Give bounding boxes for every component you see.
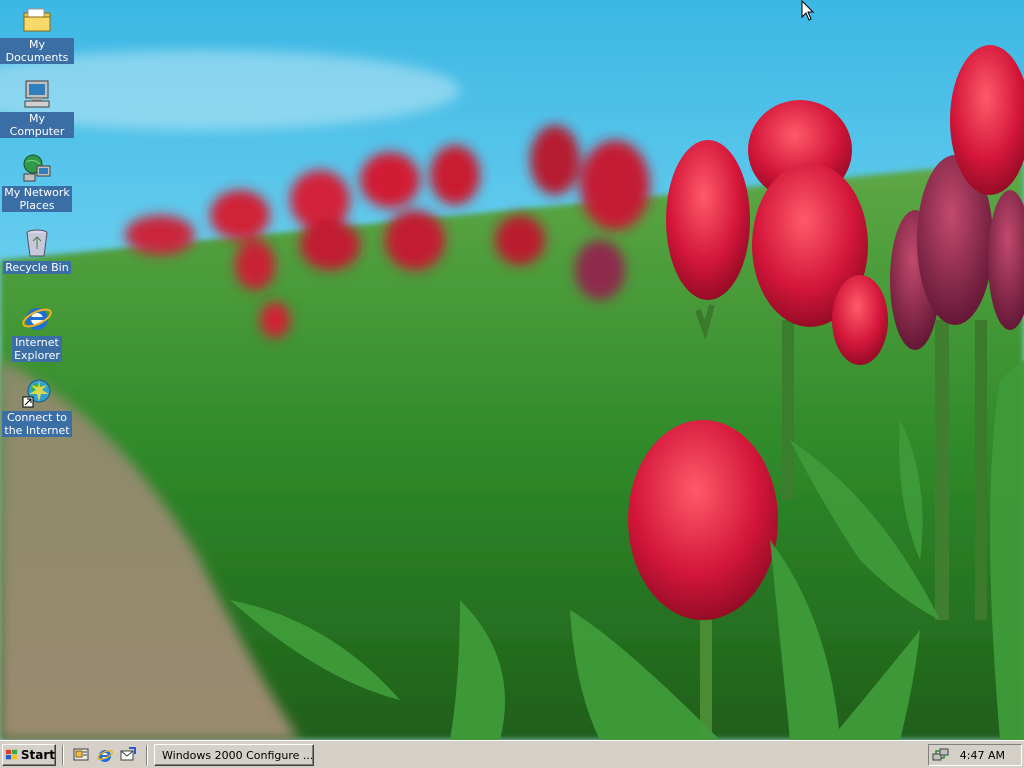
network-connection-icon[interactable]	[932, 747, 950, 763]
internet-explorer-icon	[22, 308, 52, 330]
desktop-icon-my-documents[interactable]: My Documents	[0, 4, 74, 64]
mouse-pointer-icon	[801, 0, 815, 21]
task-button-windows-2000-configure[interactable]: Windows 2000 Configure ...	[154, 744, 314, 766]
windows-logo-icon	[5, 749, 18, 760]
desktop-icon-label: My Network Places	[2, 186, 72, 212]
clock[interactable]: 4:47 AM	[960, 749, 1005, 762]
connect-internet-icon	[22, 379, 51, 408]
taskbar-separator	[62, 745, 64, 765]
desktop-icon-label: Connect to the Internet	[2, 411, 72, 437]
desktop-icon-internet-explorer[interactable]: Internet Explorer	[0, 302, 74, 362]
start-button[interactable]: Start	[2, 744, 56, 766]
desktop-icon-my-network-places[interactable]: My Network Places	[0, 152, 74, 212]
desktop-icon-my-computer[interactable]: My Computer	[0, 78, 74, 138]
desktop[interactable]: My Documents My Computer My Network Plac…	[0, 0, 1024, 740]
start-label: Start	[20, 748, 55, 762]
recycle-bin-icon	[26, 229, 48, 257]
taskbar-separator	[146, 745, 148, 765]
system-tray: 4:47 AM	[928, 744, 1022, 766]
desktop-icon-label: My Computer	[0, 112, 74, 138]
desktop-icon-connect-to-the-internet[interactable]: Connect to the Internet	[0, 377, 74, 437]
taskbar: Start Windows 2000 Configure ... 4:47 AM	[0, 740, 1024, 768]
internet-explorer-icon[interactable]	[96, 746, 114, 764]
wallpaper-image	[0, 0, 1024, 740]
folder-icon	[23, 8, 51, 32]
computer-icon	[24, 80, 50, 108]
desktop-icon-label: Internet Explorer	[12, 336, 62, 362]
show-desktop-icon[interactable]	[72, 746, 90, 764]
desktop-icon-label: Recycle Bin	[3, 261, 71, 274]
task-button-label: Windows 2000 Configure ...	[162, 748, 314, 762]
outlook-express-icon[interactable]	[119, 746, 137, 764]
desktop-icon-label: My Documents	[0, 38, 74, 64]
desktop-icon-recycle-bin[interactable]: Recycle Bin	[0, 227, 74, 274]
network-places-icon	[23, 154, 51, 182]
